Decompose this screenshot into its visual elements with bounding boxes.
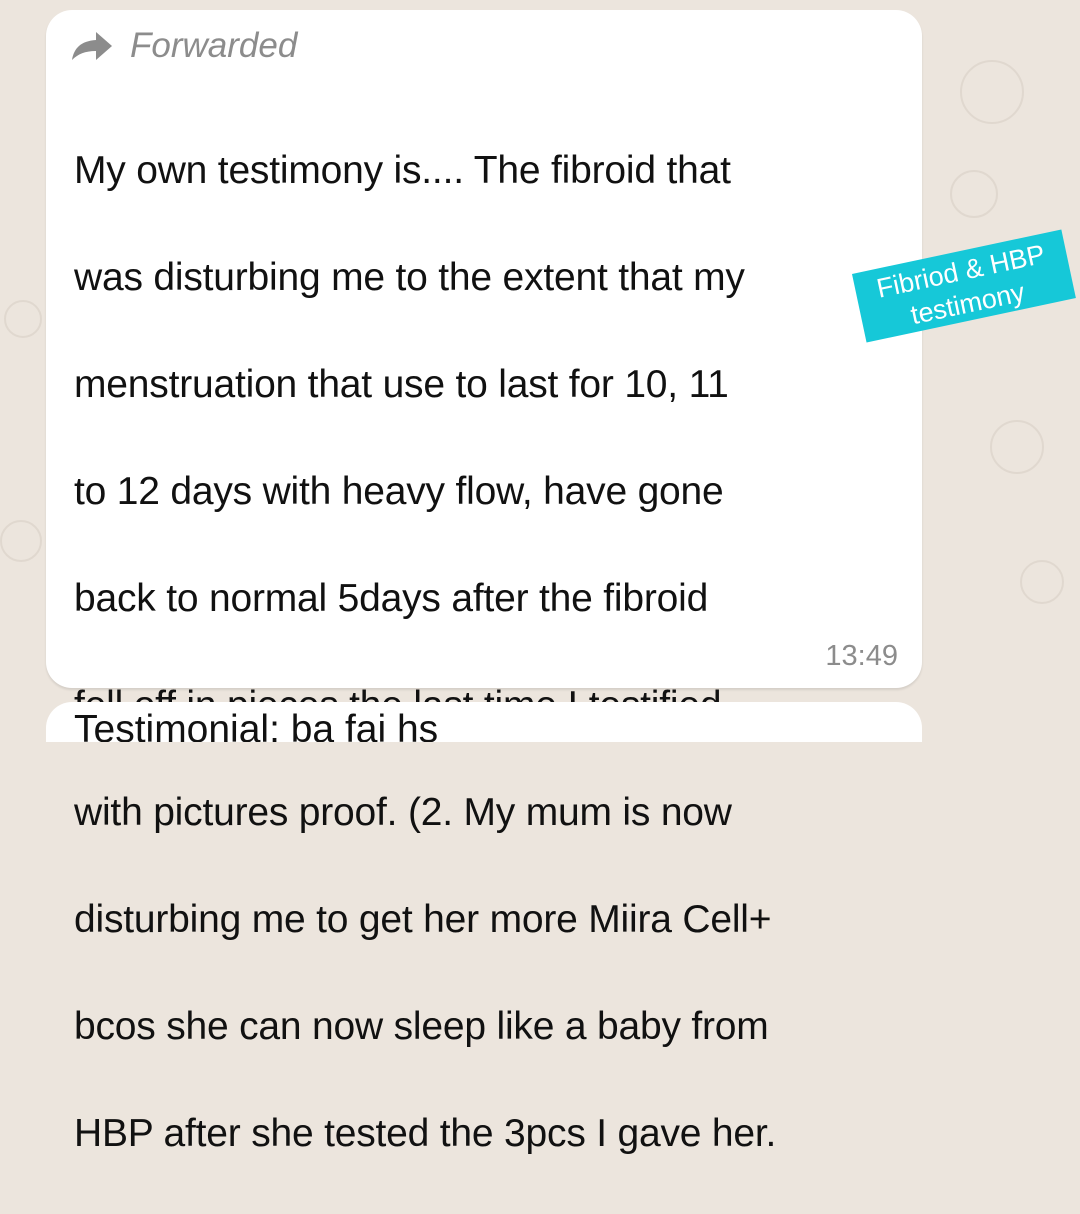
next-message-text: Testimonial: ba fai hs bbox=[74, 708, 439, 742]
message-line: disturbing me to get her more Miira Cell… bbox=[74, 897, 772, 941]
message-line: HBP after she tested the 3pcs I gave her… bbox=[74, 1111, 777, 1155]
message-line: with pictures proof. (2. My mum is now bbox=[74, 790, 732, 834]
wallpaper-doodle bbox=[990, 420, 1044, 474]
forwarded-label: Forwarded bbox=[70, 24, 297, 68]
wallpaper-doodle bbox=[4, 300, 42, 338]
wallpaper-doodle bbox=[1020, 560, 1064, 604]
wallpaper-doodle bbox=[960, 60, 1024, 124]
message-line: bcos she can now sleep like a baby from bbox=[74, 1004, 769, 1048]
wallpaper-doodle bbox=[950, 170, 998, 218]
forward-arrow-icon bbox=[72, 32, 112, 60]
message-line: to 12 days with heavy flow, have gone bbox=[74, 469, 724, 513]
wallpaper-doodle bbox=[0, 520, 42, 562]
message-bubble[interactable]: Forwarded My own testimony is.... The fi… bbox=[46, 10, 922, 1155]
next-message-bubble[interactable]: Testimonial: ba fai hs bbox=[46, 702, 922, 742]
message-line: back to normal 5days after the fibroid bbox=[74, 576, 709, 620]
message-line: menstruation that use to last for 10, 11 bbox=[74, 362, 729, 406]
message-line: was disturbing me to the extent that my bbox=[74, 255, 745, 299]
forwarded-text: Forwarded bbox=[130, 26, 298, 65]
message-text: My own testimony is.... The fibroid that… bbox=[74, 90, 874, 1214]
message-line: My own testimony is.... The fibroid that bbox=[74, 148, 731, 192]
message-timestamp: 13:49 bbox=[825, 640, 898, 672]
